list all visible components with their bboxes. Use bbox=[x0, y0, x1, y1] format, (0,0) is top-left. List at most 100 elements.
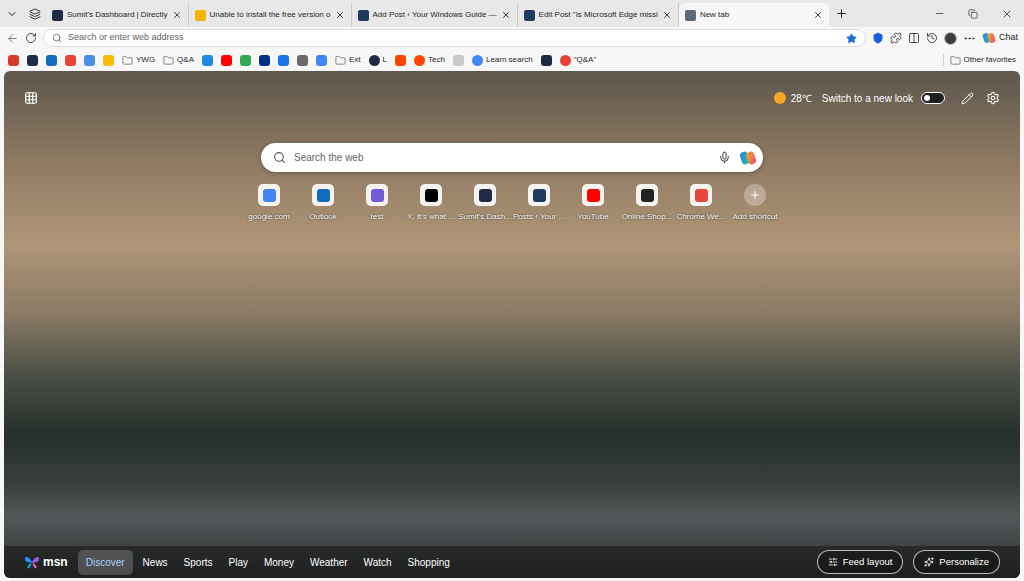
msn-logo[interactable]: msn bbox=[24, 553, 68, 571]
favorite-icon[interactable] bbox=[395, 55, 406, 66]
favorite-icon[interactable] bbox=[316, 55, 327, 66]
favorite-star-icon[interactable] bbox=[846, 33, 857, 44]
apps-grid-icon[interactable] bbox=[24, 91, 38, 105]
favorite-icon[interactable] bbox=[240, 55, 251, 66]
shortcut[interactable]: test bbox=[350, 184, 404, 223]
edit-pencil-icon[interactable] bbox=[961, 92, 974, 105]
close-window-button[interactable] bbox=[990, 0, 1024, 27]
history-icon[interactable] bbox=[926, 32, 938, 44]
shortcut-tile bbox=[636, 184, 658, 206]
favorite-link-label: Tech bbox=[428, 54, 445, 66]
settings-gear-icon[interactable] bbox=[986, 91, 1000, 105]
back-icon[interactable] bbox=[6, 32, 19, 45]
new-look-toggle[interactable] bbox=[921, 92, 945, 104]
shortcut[interactable]: Add shortcut bbox=[728, 184, 782, 223]
favorite-link[interactable]: Learn search bbox=[472, 54, 533, 66]
shortcut[interactable]: Outlook bbox=[296, 184, 350, 223]
shortcut[interactable]: YouTube bbox=[566, 184, 620, 223]
tab-actions-button[interactable] bbox=[0, 0, 24, 27]
weather-widget[interactable]: 28℃ bbox=[774, 91, 812, 106]
shortcut-favicon-icon bbox=[371, 189, 384, 202]
browser-tab[interactable]: Edit Post "Is Microsoft Edge missi bbox=[518, 3, 679, 27]
edge-window: Sumit's Dashboard | DirectlyUnable to in… bbox=[0, 0, 1024, 581]
shortcut[interactable]: google.com bbox=[242, 184, 296, 223]
microphone-icon[interactable] bbox=[718, 151, 731, 164]
restore-icon bbox=[968, 9, 978, 19]
search-placeholder: Search the web bbox=[294, 150, 710, 165]
browser-tab[interactable]: New tab bbox=[679, 3, 829, 27]
favorite-icon[interactable] bbox=[297, 55, 308, 66]
shortcut-favicon-icon bbox=[695, 189, 708, 202]
feed-nav-item[interactable]: Play bbox=[223, 550, 254, 575]
shortcut-tile bbox=[366, 184, 388, 206]
shortcut[interactable]: Posts ‹ Your ... bbox=[512, 184, 566, 223]
favorite-link[interactable]: Tech bbox=[414, 54, 445, 66]
favorite-icon[interactable] bbox=[221, 55, 232, 66]
shortcut-favicon-icon bbox=[263, 189, 276, 202]
shortcut[interactable]: X. It's what ... bbox=[404, 184, 458, 223]
plus-icon bbox=[835, 7, 848, 20]
favorite-folder[interactable]: Ext bbox=[335, 54, 361, 66]
more-icon[interactable] bbox=[963, 32, 976, 45]
close-tab-icon[interactable] bbox=[662, 10, 672, 20]
shortcut-favicon-icon bbox=[587, 189, 600, 202]
tab-favicon-icon bbox=[685, 10, 696, 21]
favorite-icon[interactable] bbox=[541, 55, 552, 66]
favorite-icon[interactable] bbox=[453, 55, 464, 66]
shortcut[interactable]: Chrome We... bbox=[674, 184, 728, 223]
workspaces-button[interactable] bbox=[24, 0, 46, 27]
copilot-button[interactable]: Chat bbox=[982, 31, 1018, 45]
refresh-icon[interactable] bbox=[25, 32, 37, 44]
favorite-link[interactable]: "Q&A" bbox=[560, 54, 597, 66]
profile-avatar-icon[interactable] bbox=[944, 32, 957, 45]
shortcut-label: Posts ‹ Your ... bbox=[513, 211, 565, 223]
browser-tab[interactable]: Add Post ‹ Your Windows Guide — bbox=[352, 3, 518, 27]
browser-tab[interactable]: Unable to install the free version o bbox=[189, 3, 352, 27]
favorite-icon[interactable] bbox=[27, 55, 38, 66]
split-screen-icon[interactable] bbox=[908, 32, 920, 44]
feed-nav-item[interactable]: Shopping bbox=[402, 550, 456, 575]
shortcut[interactable]: Online Shop... bbox=[620, 184, 674, 223]
favorite-icon[interactable] bbox=[46, 55, 57, 66]
feed-nav-item[interactable]: Discover bbox=[78, 550, 133, 575]
favorite-folder[interactable]: YWG bbox=[122, 54, 155, 66]
temperature: 28℃ bbox=[791, 91, 812, 106]
favorite-icon[interactable] bbox=[278, 55, 289, 66]
close-tab-icon[interactable] bbox=[813, 10, 823, 20]
favorite-icon[interactable] bbox=[259, 55, 270, 66]
favorite-icon[interactable] bbox=[8, 55, 19, 66]
bitwarden-icon[interactable] bbox=[872, 32, 884, 44]
extensions-icon[interactable] bbox=[890, 32, 902, 44]
new-tab-button[interactable] bbox=[829, 0, 855, 27]
add-shortcut-tile bbox=[744, 184, 766, 206]
feed-button[interactable]: Personalize bbox=[913, 550, 1000, 574]
close-tab-icon[interactable] bbox=[501, 10, 511, 20]
feed-nav-item[interactable]: Sports bbox=[178, 550, 219, 575]
shortcut-label: Sumit's Dash... bbox=[458, 211, 512, 223]
favorite-icon[interactable] bbox=[103, 55, 114, 66]
favorite-link[interactable]: L bbox=[369, 54, 387, 66]
feed-nav-item[interactable]: Money bbox=[258, 550, 300, 575]
address-bar[interactable]: Search or enter web address bbox=[43, 29, 866, 47]
minimize-button[interactable] bbox=[922, 0, 956, 27]
other-favorites[interactable]: Other favorites bbox=[943, 54, 1016, 66]
shortcut-label: Chrome We... bbox=[676, 211, 725, 223]
close-tab-icon[interactable] bbox=[335, 10, 345, 20]
favorite-icon[interactable] bbox=[202, 55, 213, 66]
web-search-box[interactable]: Search the web bbox=[261, 143, 763, 172]
feed-nav-item[interactable]: Weather bbox=[304, 550, 354, 575]
shortcut[interactable]: Sumit's Dash... bbox=[458, 184, 512, 223]
restore-button[interactable] bbox=[956, 0, 990, 27]
feed-layout-icon bbox=[828, 557, 838, 567]
shortcut-tile bbox=[420, 184, 442, 206]
favorite-icon[interactable] bbox=[65, 55, 76, 66]
browser-tab[interactable]: Sumit's Dashboard | Directly bbox=[46, 3, 189, 27]
favorite-icon[interactable] bbox=[84, 55, 95, 66]
close-tab-icon[interactable] bbox=[172, 10, 182, 20]
feed-nav-item[interactable]: News bbox=[137, 550, 174, 575]
shortcut-tile bbox=[690, 184, 712, 206]
feed-nav-item[interactable]: Watch bbox=[358, 550, 398, 575]
feed-button[interactable]: Feed layout bbox=[817, 550, 904, 574]
favorite-folder[interactable]: Q&A bbox=[163, 54, 194, 66]
toolbar: Search or enter web address Chat bbox=[0, 27, 1024, 49]
